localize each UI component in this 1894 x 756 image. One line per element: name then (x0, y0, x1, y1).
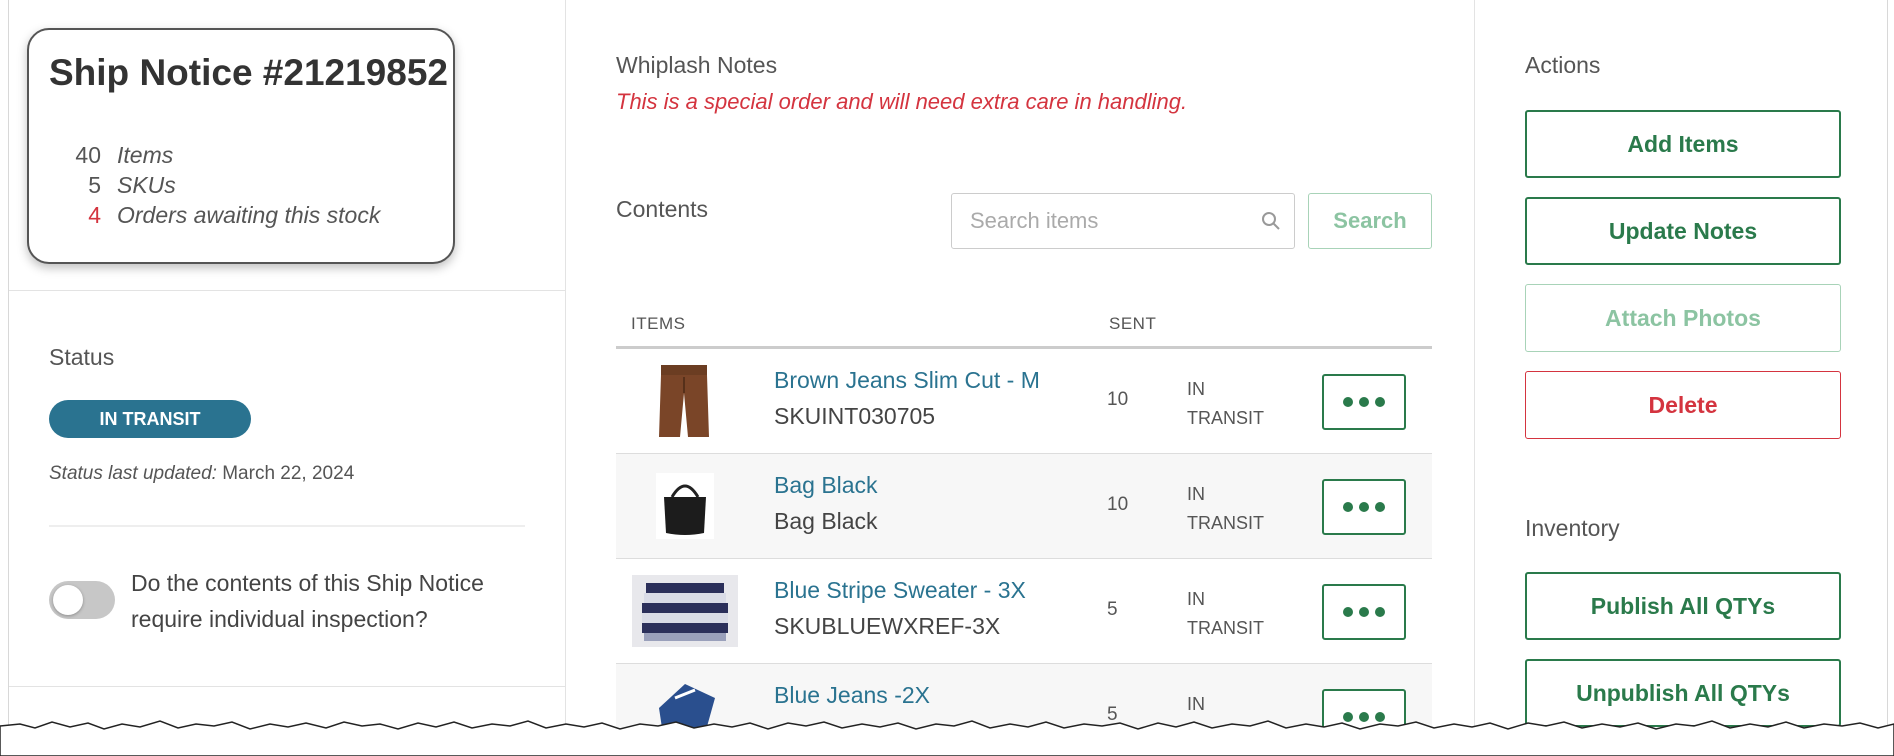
item-sent-qty: 10 (1107, 494, 1129, 515)
item-sku: SKUINT030705 (774, 403, 936, 429)
status-updated-label: Status last updated: (49, 463, 217, 484)
stat-skus-count: 5 (88, 172, 101, 198)
notes-heading: Whiplash Notes (616, 52, 778, 78)
stat-skus: 5 SKUs (49, 172, 176, 199)
right-column: Actions Add Items Update Notes Attach Ph… (1475, 0, 1887, 740)
dot-icon (1375, 502, 1385, 512)
update-notes-button[interactable]: Update Notes (1525, 197, 1841, 265)
stat-items: 40 Items (49, 142, 173, 169)
status-updated-date: March 22, 2024 (222, 463, 355, 484)
column-header-sent: SENT (1109, 314, 1157, 333)
left-column: Ship Notice #21219852 40 Items 5 SKUs 4 … (9, 0, 566, 740)
item-name-link[interactable]: Bag Black (774, 472, 878, 499)
stat-skus-label: SKUs (117, 172, 176, 198)
item-status: IN TRANSIT (1187, 484, 1265, 533)
column-header-items: ITEMS (631, 314, 686, 333)
stat-orders-awaiting: 4 Orders awaiting this stock (49, 202, 380, 229)
status-heading: Status (49, 344, 115, 370)
table-row: Bag Black Bag Black 10 IN TRANSIT (616, 454, 1432, 559)
inspection-question: Do the contents of this Ship Notice requ… (131, 570, 484, 632)
attach-photos-button[interactable]: Attach Photos (1525, 284, 1841, 352)
status-badge: IN TRANSIT (49, 400, 251, 438)
dot-icon (1375, 607, 1385, 617)
item-name-link[interactable]: Blue Stripe Sweater - 3X (774, 577, 1026, 604)
item-sent-qty: 10 (1107, 389, 1129, 410)
row-more-actions-button[interactable] (1322, 584, 1406, 640)
middle-column: Whiplash Notes This is a special order a… (566, 0, 1475, 740)
item-thumbnail (632, 362, 738, 440)
dot-icon (1343, 502, 1353, 512)
item-name-link[interactable]: Blue Jeans -2X (774, 682, 930, 709)
dot-icon (1343, 607, 1353, 617)
ship-notice-page: Ship Notice #21219852 40 Items 5 SKUs 4 … (8, 0, 1888, 740)
item-sku: Bag Black (774, 508, 878, 534)
item-sent-qty: 5 (1107, 599, 1118, 620)
item-name-link[interactable]: Brown Jeans Slim Cut - M (774, 367, 1040, 394)
table-row: Blue Stripe Sweater - 3X SKUBLUEWXREF-3X… (616, 559, 1432, 664)
section-divider (9, 290, 565, 291)
inspection-toggle[interactable] (49, 581, 115, 619)
inventory-heading: Inventory (1525, 515, 1620, 541)
ship-notice-summary-card: Ship Notice #21219852 40 Items 5 SKUs 4 … (27, 28, 455, 264)
add-items-button[interactable]: Add Items (1525, 110, 1841, 178)
dot-icon (1359, 607, 1369, 617)
delete-button[interactable]: Delete (1525, 371, 1841, 439)
torn-edge-decoration (0, 720, 1894, 756)
item-thumbnail (632, 467, 738, 545)
page-title: Ship Notice #21219852 (49, 52, 448, 93)
search-field (951, 193, 1295, 249)
dot-icon (1359, 397, 1369, 407)
status-last-updated: Status last updated: March 22, 2024 (49, 463, 354, 485)
toggle-knob (53, 585, 83, 615)
item-sku: SKUBLUEWXREF-3X (774, 613, 1001, 639)
black-bag-image (656, 473, 714, 539)
section-divider-bottom (9, 686, 565, 687)
row-more-actions-button[interactable] (1322, 479, 1406, 535)
search-icon (1262, 212, 1280, 230)
striped-sweater-image (632, 575, 738, 647)
notes-text: This is a special order and will need ex… (616, 89, 1188, 114)
actions-heading: Actions (1525, 52, 1601, 78)
item-status: IN TRANSIT (1187, 379, 1265, 428)
item-status: IN TRANSIT (1187, 589, 1265, 638)
contents-heading: Contents (616, 196, 709, 222)
unpublish-all-qtys-button[interactable]: Unpublish All QTYs (1525, 659, 1841, 727)
stat-items-count: 40 (75, 142, 101, 168)
stat-orders-count: 4 (88, 202, 101, 228)
dot-icon (1359, 502, 1369, 512)
search-input[interactable] (952, 194, 1242, 248)
brown-jeans-image (659, 365, 709, 437)
dot-icon (1343, 397, 1353, 407)
status-divider (49, 525, 525, 527)
stat-orders-label: Orders awaiting this stock (117, 202, 381, 228)
item-status: IN (1187, 694, 1205, 714)
dot-icon (1375, 397, 1385, 407)
item-thumbnail (632, 572, 738, 650)
row-more-actions-button[interactable] (1322, 374, 1406, 430)
table-row: Brown Jeans Slim Cut - M SKUINT030705 10… (616, 349, 1432, 454)
search-button[interactable]: Search (1308, 193, 1432, 249)
stat-items-label: Items (117, 142, 174, 168)
publish-all-qtys-button[interactable]: Publish All QTYs (1525, 572, 1841, 640)
